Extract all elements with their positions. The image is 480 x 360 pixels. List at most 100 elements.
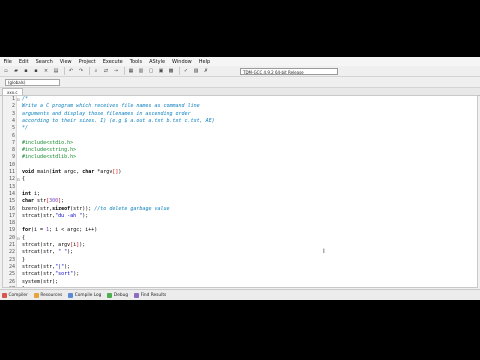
class-toolbar: (globals) (0, 78, 480, 88)
code-token: i; (31, 190, 41, 197)
fold-toggle-icon[interactable]: ⊟ (17, 235, 21, 242)
code-token: strcat(str, (22, 212, 56, 219)
toolbar-divider (179, 67, 180, 75)
line-number: 10 (8, 161, 15, 168)
delete-profile-icon[interactable]: ✗ (202, 68, 210, 75)
compile-run-icon[interactable]: ▣ (157, 68, 165, 75)
compiler-select[interactable]: TDM-GCC 4.9.2 64-bit Release (240, 67, 338, 75)
code-line: 23} (3, 257, 473, 264)
menu-search[interactable]: Search (32, 59, 56, 65)
code-token: main( (34, 169, 53, 175)
redo-icon[interactable]: ↷ (77, 68, 85, 75)
code-token: { (22, 234, 26, 241)
compiler-tab[interactable]: Compiler (2, 292, 28, 298)
menu-edit[interactable]: Edit (15, 59, 32, 65)
menu-bar: File Edit Search View Project Execute To… (0, 57, 480, 66)
code-line: 18 (3, 220, 473, 227)
fold-toggle-icon[interactable]: ⊟ (17, 96, 21, 103)
code-token: "|" (55, 263, 65, 270)
resources-tab-label: Resources (40, 292, 63, 298)
code-text: system(str); (22, 279, 58, 286)
code-token: //to delete garbage value (94, 205, 170, 212)
line-number: 6 (11, 132, 15, 139)
undo-icon[interactable]: ↶ (67, 68, 75, 75)
toolbar-divider (89, 67, 90, 75)
code-line: 12 ⊟{ (3, 176, 473, 183)
code-line: 4 according to their sizes. I) (e.g $ a.o… (3, 118, 473, 125)
debug-tab[interactable]: Debug (107, 292, 128, 298)
code-line: 3 arguments and display those filenames i… (3, 111, 473, 118)
code-token: char (82, 169, 95, 175)
menu-help[interactable]: Help (195, 59, 213, 65)
debug-icon[interactable]: ✓ (182, 68, 190, 75)
code-token: } (22, 256, 26, 263)
menu-project[interactable]: Project (75, 59, 99, 65)
code-token: ) (118, 169, 122, 175)
file-tab[interactable]: xxx.c (2, 88, 23, 95)
rebuild-icon[interactable]: ▩ (167, 68, 175, 75)
code-line: 9 #include<stdlib.h> (3, 154, 473, 161)
code-line: 20 ⊟{ (3, 235, 473, 242)
code-token: strcat(str, (22, 263, 56, 270)
menu-window[interactable]: Window (169, 59, 196, 65)
code-token: according to their sizes. I) (e.g $ a.ou… (22, 117, 215, 124)
find-icon[interactable]: ⌕ (92, 68, 100, 75)
code-text: */ (22, 125, 28, 132)
resources-tab[interactable]: Resources (33, 292, 63, 298)
print-icon[interactable]: ▤ (52, 68, 60, 75)
code-text: int i; (22, 191, 40, 198)
code-text: according to their sizes. I) (e.g $ a.ou… (22, 118, 215, 125)
compile-log-tab[interactable]: Compile Log (68, 292, 101, 298)
find-results-tab[interactable]: Find Results (134, 292, 167, 298)
save-all-icon[interactable]: ▪ (32, 68, 40, 75)
code-line: 7 #include<stdio.h> (3, 140, 473, 147)
code-token: ; i < argc; i++) (49, 227, 98, 234)
code-token: bzero(str, (22, 205, 53, 212)
run-icon[interactable]: ▢ (147, 68, 155, 75)
code-text: strcat(str,"|"); (22, 264, 70, 271)
find-results-tab-label: Find Results (140, 292, 167, 298)
new-file-icon[interactable]: ▫ (2, 68, 10, 75)
code-token: sizeof (52, 205, 71, 212)
line-number: 21 (8, 242, 15, 248)
code-text: char str[300]; (22, 198, 64, 205)
code-editor[interactable]: 1 ⊟/* 2 Write a C program which receives fi… (2, 95, 478, 288)
line-number: 17 (8, 212, 15, 219)
code-line: 15 char str[300]; (3, 198, 473, 205)
scope-select[interactable]: (globals) (5, 79, 60, 86)
find-results-icon (134, 292, 140, 298)
menu-execute[interactable]: Execute (99, 59, 126, 65)
line-number: 7 (11, 139, 15, 146)
code-token: #include<stdio.h> (22, 139, 74, 146)
code-text: strcat(str,"du -ah "); (22, 213, 88, 220)
code-token: char (22, 198, 35, 205)
line-number: 8 (11, 147, 15, 154)
grid-icon[interactable]: ▦ (127, 68, 135, 75)
profile-icon[interactable]: ▨ (192, 68, 200, 75)
replace-icon[interactable]: ⇄ (102, 68, 110, 75)
code-token: void (22, 169, 35, 175)
line-number: 22 (8, 249, 15, 256)
close-icon[interactable]: × (42, 68, 50, 75)
open-folder-icon[interactable]: ▰ (12, 68, 20, 75)
code-token: "du -ah " (55, 212, 83, 219)
code-token: argc, (61, 169, 83, 175)
save-icon[interactable]: ▪ (22, 68, 30, 75)
code-token: ; (61, 198, 65, 205)
code-line: 16 bzero(str,sizeof(str)); //to delete ga… (3, 206, 473, 213)
menu-astyle[interactable]: AStyle (146, 59, 169, 65)
line-number: 5 (11, 125, 15, 132)
code-text: #include<stdlib.h> (22, 154, 76, 161)
line-number: 2 (11, 103, 15, 110)
menu-view[interactable]: View (56, 59, 75, 65)
code-line: 26 system(str); (3, 279, 473, 286)
menu-tools[interactable]: Tools (126, 59, 145, 65)
compile-icon[interactable]: ▥ (137, 68, 145, 75)
line-number: 14 (8, 190, 15, 197)
line-number: 23 (8, 256, 15, 263)
goto-icon[interactable]: → (112, 68, 120, 75)
menu-file[interactable]: File (0, 59, 15, 65)
code-line: 19 for(i = 1; i < argc; i++) (3, 227, 473, 234)
fold-toggle-icon[interactable]: ⊟ (17, 176, 21, 183)
code-text: Write a C program which receives file na… (22, 103, 200, 110)
